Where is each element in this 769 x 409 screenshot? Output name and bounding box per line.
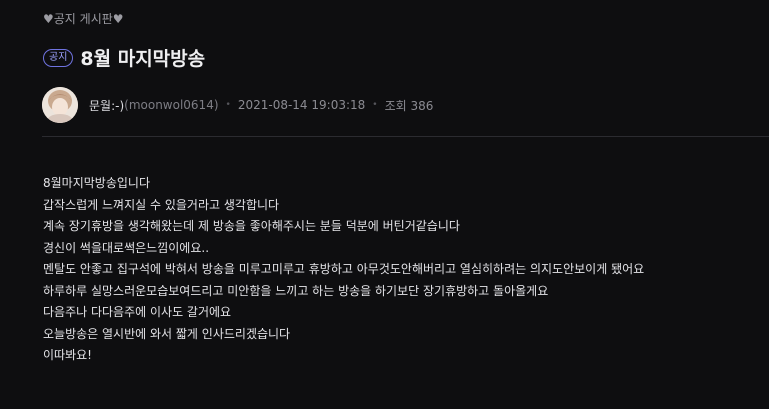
view-count: 조회 386: [384, 98, 434, 113]
user-avatar-icon: [42, 87, 78, 123]
body-line: 이따봐요!: [43, 348, 92, 362]
author-name[interactable]: 문월:-): [89, 97, 124, 114]
post-title: 8월 마지막방송: [80, 48, 206, 70]
post-body: 8월마지막방송입니다 갑작스럽게 느껴지실 수 있을거라고 생각합니다 계속 장…: [43, 173, 644, 367]
body-line: 오늘방송은 열시반에 와서 짧게 인사드리겠습니다: [43, 326, 291, 341]
author-id: (moonwol0614): [124, 98, 219, 112]
body-line: 계속 장기휴방을 생각해왔는데 제 방송을 좋아해주시는 분들 덕분에 버틴거같…: [43, 219, 460, 233]
avatar[interactable]: [42, 87, 78, 123]
post-date: 2021-08-14 19:03:18: [237, 98, 366, 112]
board-link[interactable]: ♥공지 게시판♥: [43, 10, 124, 27]
body-line: 하루하루 실망스러운모습보여드리고 미안함을 느끼고 하는 방송을 하기보단 장…: [43, 283, 549, 298]
body-line: 8월마지막방송입니다: [43, 176, 150, 190]
separator-dot: •: [372, 100, 378, 110]
post-header: 공지 8월 마지막방송: [43, 44, 205, 71]
body-line: 다음주나 다다음주에 이사도 갈거에요: [43, 305, 232, 319]
body-line: 갑작스럽게 느껴지실 수 있을거라고 생각합니다: [43, 197, 280, 212]
separator-dot: •: [225, 100, 231, 110]
divider: [42, 136, 769, 137]
author-info: 문월:-) (moonwol0614) • 2021-08-14 19:03:1…: [42, 87, 433, 123]
notice-tag: 공지: [43, 48, 74, 67]
body-line: 멘탈도 안좋고 집구석에 박혀서 방송을 미루고미루고 휴방하고 아무것도안해버…: [43, 262, 645, 276]
body-line: 경신이 썩을대로썩은느낌이에요..: [43, 240, 210, 255]
